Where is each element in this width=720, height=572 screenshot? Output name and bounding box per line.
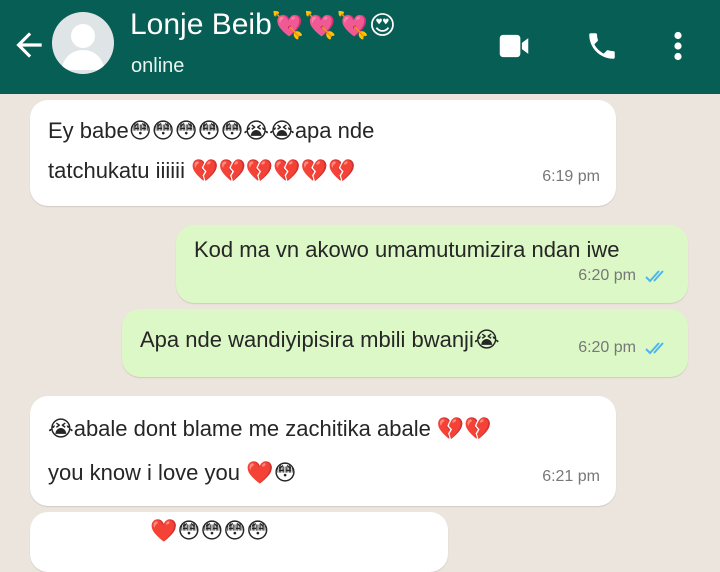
message-timestamp: 6:19 pm bbox=[542, 168, 600, 185]
contact-name-emojis: 💘💘💘😍 bbox=[271, 11, 397, 41]
message-list[interactable]: Ey babe😳😳😳😳😳😭😭apa nde tatchukatu iiiiii … bbox=[0, 94, 720, 572]
double-check-icon bbox=[645, 270, 664, 283]
message-bubble-incoming[interactable]: Ey babe😳😳😳😳😳😭😭apa nde tatchukatu iiiiii … bbox=[30, 100, 616, 206]
phone-icon bbox=[589, 33, 615, 59]
message-text-line: tatchukatu iiiiii 💔💔💔💔💔💔 bbox=[48, 158, 356, 183]
back-arrow-icon bbox=[16, 32, 42, 58]
video-call-icon bbox=[499, 34, 529, 58]
message-bubble-incoming[interactable]: 😭abale dont blame me zachitika abale 💔💔 … bbox=[30, 396, 616, 506]
message-meta: 6:20 pm bbox=[578, 327, 672, 369]
message-text-line: Ey babe😳😳😳😳😳😭😭apa nde bbox=[48, 118, 375, 143]
contact-avatar[interactable] bbox=[52, 12, 114, 74]
contact-name: Lonje Beib bbox=[130, 8, 272, 41]
back-button[interactable] bbox=[10, 26, 48, 64]
message-timestamp: 6:20 pm bbox=[578, 339, 636, 356]
chat-header: Lonje Beib💘💘💘😍 online bbox=[0, 0, 720, 94]
voice-call-button[interactable] bbox=[580, 24, 624, 68]
message-timestamp: 6:20 pm bbox=[578, 267, 636, 284]
more-options-button[interactable] bbox=[656, 24, 700, 68]
message-text-line: Apa nde wandiyipisira mbili bwanji😭 bbox=[140, 327, 500, 352]
contact-title[interactable]: Lonje Beib💘💘💘😍 bbox=[130, 8, 396, 42]
message-bubble-outgoing[interactable]: Kod ma vn akowo umamutumizira ndan iwe 6… bbox=[176, 225, 688, 303]
message-bubble-outgoing[interactable]: Apa nde wandiyipisira mbili bwanji😭 6:20… bbox=[122, 309, 688, 377]
message-text-line: you know i love you ❤️😳 bbox=[48, 460, 297, 485]
double-check-icon bbox=[645, 342, 664, 355]
message-text-line: ❤️😳😳😳😳 bbox=[150, 518, 270, 543]
message-meta: 6:20 pm bbox=[578, 255, 672, 297]
message-text-line: 😭abale dont blame me zachitika abale 💔💔 bbox=[48, 416, 492, 441]
message-timestamp: 6:21 pm bbox=[542, 468, 600, 485]
message-bubble-incoming[interactable]: ❤️😳😳😳😳 bbox=[30, 512, 448, 572]
avatar-icon bbox=[61, 24, 105, 70]
contact-status: online bbox=[131, 55, 185, 77]
more-vert-icon bbox=[674, 31, 682, 61]
message-text-line: Kod ma vn akowo umamutumizira ndan iwe bbox=[194, 237, 620, 262]
video-call-button[interactable] bbox=[492, 24, 536, 68]
